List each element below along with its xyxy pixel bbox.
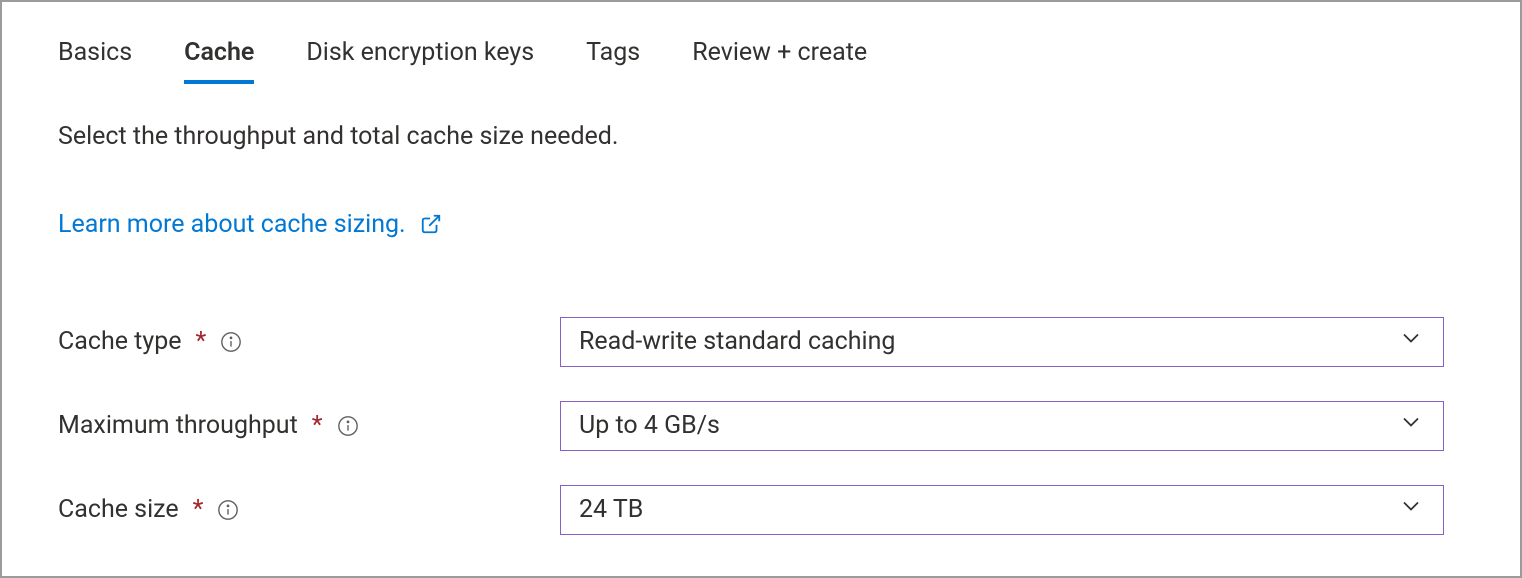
- required-indicator: *: [196, 327, 207, 356]
- required-indicator: *: [193, 495, 204, 524]
- cache-type-value: Read-write standard caching: [579, 327, 895, 356]
- cache-size-row: Cache size * 24 TB: [58, 485, 1464, 535]
- max-throughput-label-text: Maximum throughput: [58, 411, 298, 440]
- cache-type-select[interactable]: Read-write standard caching: [560, 317, 1444, 367]
- description-text: Select the throughput and total cache si…: [58, 120, 1464, 154]
- chevron-down-icon: [1397, 492, 1425, 527]
- learn-more-link[interactable]: Learn more about cache sizing.: [58, 210, 442, 239]
- info-icon[interactable]: [217, 499, 239, 521]
- max-throughput-select[interactable]: Up to 4 GB/s: [560, 401, 1444, 451]
- cache-config-panel: Basics Cache Disk encryption keys Tags R…: [0, 0, 1522, 578]
- tab-bar: Basics Cache Disk encryption keys Tags R…: [58, 38, 1464, 84]
- chevron-down-icon: [1397, 408, 1425, 443]
- cache-type-label: Cache type *: [58, 327, 560, 356]
- cache-type-label-text: Cache type: [58, 327, 182, 356]
- tab-tags[interactable]: Tags: [586, 38, 640, 84]
- cache-size-label-text: Cache size: [58, 495, 179, 524]
- external-link-icon: [420, 213, 442, 235]
- cache-size-value: 24 TB: [579, 495, 643, 524]
- cache-type-row: Cache type * Read-write standard caching: [58, 317, 1464, 367]
- cache-size-select[interactable]: 24 TB: [560, 485, 1444, 535]
- learn-more-text: Learn more about cache sizing.: [58, 210, 406, 239]
- max-throughput-label: Maximum throughput *: [58, 411, 560, 440]
- tab-basics[interactable]: Basics: [58, 38, 132, 84]
- tab-review-create[interactable]: Review + create: [692, 38, 867, 84]
- max-throughput-value: Up to 4 GB/s: [579, 411, 720, 440]
- chevron-down-icon: [1397, 324, 1425, 359]
- cache-size-label: Cache size *: [58, 495, 560, 524]
- max-throughput-row: Maximum throughput * Up to 4 GB/s: [58, 401, 1464, 451]
- tab-cache[interactable]: Cache: [184, 38, 254, 84]
- tab-disk-encryption-keys[interactable]: Disk encryption keys: [306, 38, 534, 84]
- required-indicator: *: [312, 411, 323, 440]
- info-icon[interactable]: [337, 415, 359, 437]
- info-icon[interactable]: [220, 331, 242, 353]
